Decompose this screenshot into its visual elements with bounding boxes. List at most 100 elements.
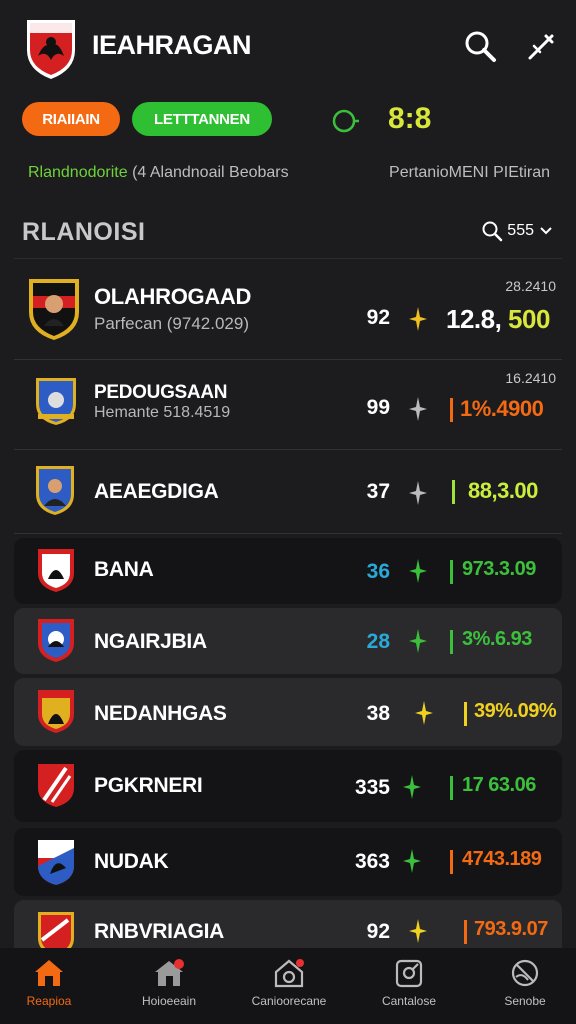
team-value: 3%.6.93 (462, 628, 532, 650)
team-rank: 363 (354, 850, 390, 873)
spark-icon (409, 919, 427, 943)
camera-home-icon (274, 959, 304, 988)
team-value: 88,3.00 (468, 478, 538, 503)
timer-icon (332, 109, 359, 133)
team-crest-icon (38, 912, 74, 948)
search-icon[interactable] (462, 28, 500, 66)
trend-bar (450, 560, 453, 584)
trend-bar (450, 630, 453, 654)
ball-icon (511, 959, 539, 987)
team-crest-icon (38, 690, 74, 733)
team-rank: 37 (366, 480, 390, 503)
filter-pill-orange[interactable]: RIAIIAIN (22, 102, 120, 136)
spark-icon (409, 481, 427, 505)
filter-pill-green[interactable]: LETTTANNEN (132, 102, 272, 136)
team-value: 793.9.07 (474, 918, 548, 940)
table-row[interactable]: NUDAK 363 4743.189 (14, 828, 562, 896)
team-value-main: 12.8, (446, 304, 502, 334)
nav-label: Reapioa (26, 994, 72, 1008)
team-value: 4743.189 (462, 848, 542, 870)
club-logo (27, 20, 75, 79)
trend-bar (450, 398, 453, 422)
team-value: 12.8, 500 (446, 304, 550, 335)
team-sub: Hemante 518.4519 (94, 404, 231, 421)
app-title: IEAHRAGAN (92, 30, 252, 60)
nav-item-home[interactable]: Reapioa (0, 958, 104, 1008)
team-sub: Parfecan (9742.029) (94, 314, 249, 333)
bottom-nav: Reapioa Hoioeeain Canioorecane Cantalose (0, 948, 576, 1024)
spark-icon (409, 629, 427, 653)
team-crest-icon (38, 619, 74, 662)
spark-icon (403, 849, 421, 873)
home-icon (35, 960, 63, 986)
nav-item-phone[interactable]: Cantalose (354, 958, 464, 1008)
nav-item-camera[interactable]: Canioorecane (234, 958, 344, 1008)
trend-bar (450, 850, 453, 874)
team-rank: 335 (354, 776, 390, 799)
team-value-accent: 500 (501, 304, 550, 334)
table-row[interactable]: AEAEGDIGA 37 88,3.00 (14, 450, 562, 534)
team-crest-icon (38, 840, 74, 885)
table-row[interactable]: NGAIRJBIA 28 3%.6.93 (14, 608, 562, 674)
trend-bar (452, 480, 455, 504)
team-crest-icon (38, 764, 74, 807)
nav-label: Canioorecane (251, 994, 327, 1008)
team-value: 39%.09% (474, 700, 557, 722)
table-row[interactable]: OLAHROGAAD Parfecan (9742.029) 28.2410 9… (14, 262, 562, 360)
table-row[interactable]: PEDOUGSAAN Hemante 518.4519 16.2410 99 1… (14, 360, 562, 450)
row-top-value: 28.2410 (505, 278, 556, 294)
divider (14, 258, 562, 259)
table-row[interactable]: BANA 36 973.3.09 (14, 538, 562, 604)
spark-icon (409, 307, 427, 331)
subinfo-left-highlight: Rlandnodorite (28, 164, 128, 181)
team-name: RNBVRIAGIA (94, 920, 225, 943)
team-rank: 92 (366, 920, 390, 943)
chevron-down-icon (540, 227, 552, 235)
spark-icon (415, 701, 433, 725)
table-row[interactable]: RNBVRIAGIA 92 793.9.07 (14, 900, 562, 948)
sort-dropdown[interactable]: 555 (481, 220, 554, 242)
team-name: NUDAK (94, 850, 169, 873)
nav-label: Cantalose (381, 994, 437, 1008)
table-row[interactable]: PGKRNERI 335 17 63.06 (14, 750, 562, 822)
team-name: AEAEGDIGA (94, 480, 219, 503)
nav-label: Hoioeeain (141, 994, 197, 1008)
team-rank: 99 (366, 396, 390, 419)
phone-icon (395, 959, 423, 988)
search-icon (482, 221, 503, 242)
nav-item-ball[interactable]: Senobe (470, 958, 576, 1008)
team-name: PEDOUGSAAN (94, 382, 228, 403)
app-header: IEAHRAGAN (0, 0, 576, 96)
spark-icon (403, 775, 421, 799)
team-rank: 28 (366, 630, 390, 653)
trend-bar (464, 702, 467, 726)
team-crest-icon (29, 279, 79, 340)
spark-icon (409, 559, 427, 583)
team-value: 973.3.09 (462, 558, 536, 580)
match-score: 8:8 (388, 102, 432, 135)
table-row[interactable]: NEDANHGAS 38 39%.09% (14, 678, 562, 746)
team-name: OLAHROGAAD (94, 284, 252, 309)
team-value: 17 63.06 (462, 774, 536, 796)
team-name: NEDANHGAS (94, 702, 227, 725)
subinfo-left: Rlandnodorite (4 Alandnoail Beobars (28, 164, 289, 182)
team-crest-icon (38, 549, 74, 592)
team-name: NGAIRJBIA (94, 630, 207, 653)
row-top-value: 16.2410 (505, 370, 556, 386)
tools-icon[interactable] (522, 28, 560, 66)
team-rank: 38 (366, 702, 390, 725)
team-rank: 92 (366, 306, 390, 329)
house-badge-icon (155, 959, 184, 986)
team-name: PGKRNERI (94, 774, 203, 797)
subinfo-left-rest: (4 Alandnoail Beobars (127, 164, 289, 181)
team-name: BANA (94, 558, 154, 581)
team-rank: 36 (366, 560, 390, 583)
spark-icon (409, 397, 427, 421)
filter-bar: RIAIIAIN LETTTANNEN 8:8 (0, 100, 576, 140)
sort-label: 555 (507, 222, 534, 239)
subinfo-right: PertanioMENI PIEtiran (389, 164, 550, 181)
team-value: 1%.4900 (460, 396, 544, 421)
trend-bar (450, 776, 453, 800)
nav-item-house[interactable]: Hoioeeain (114, 958, 224, 1008)
nav-label: Senobe (504, 994, 546, 1008)
